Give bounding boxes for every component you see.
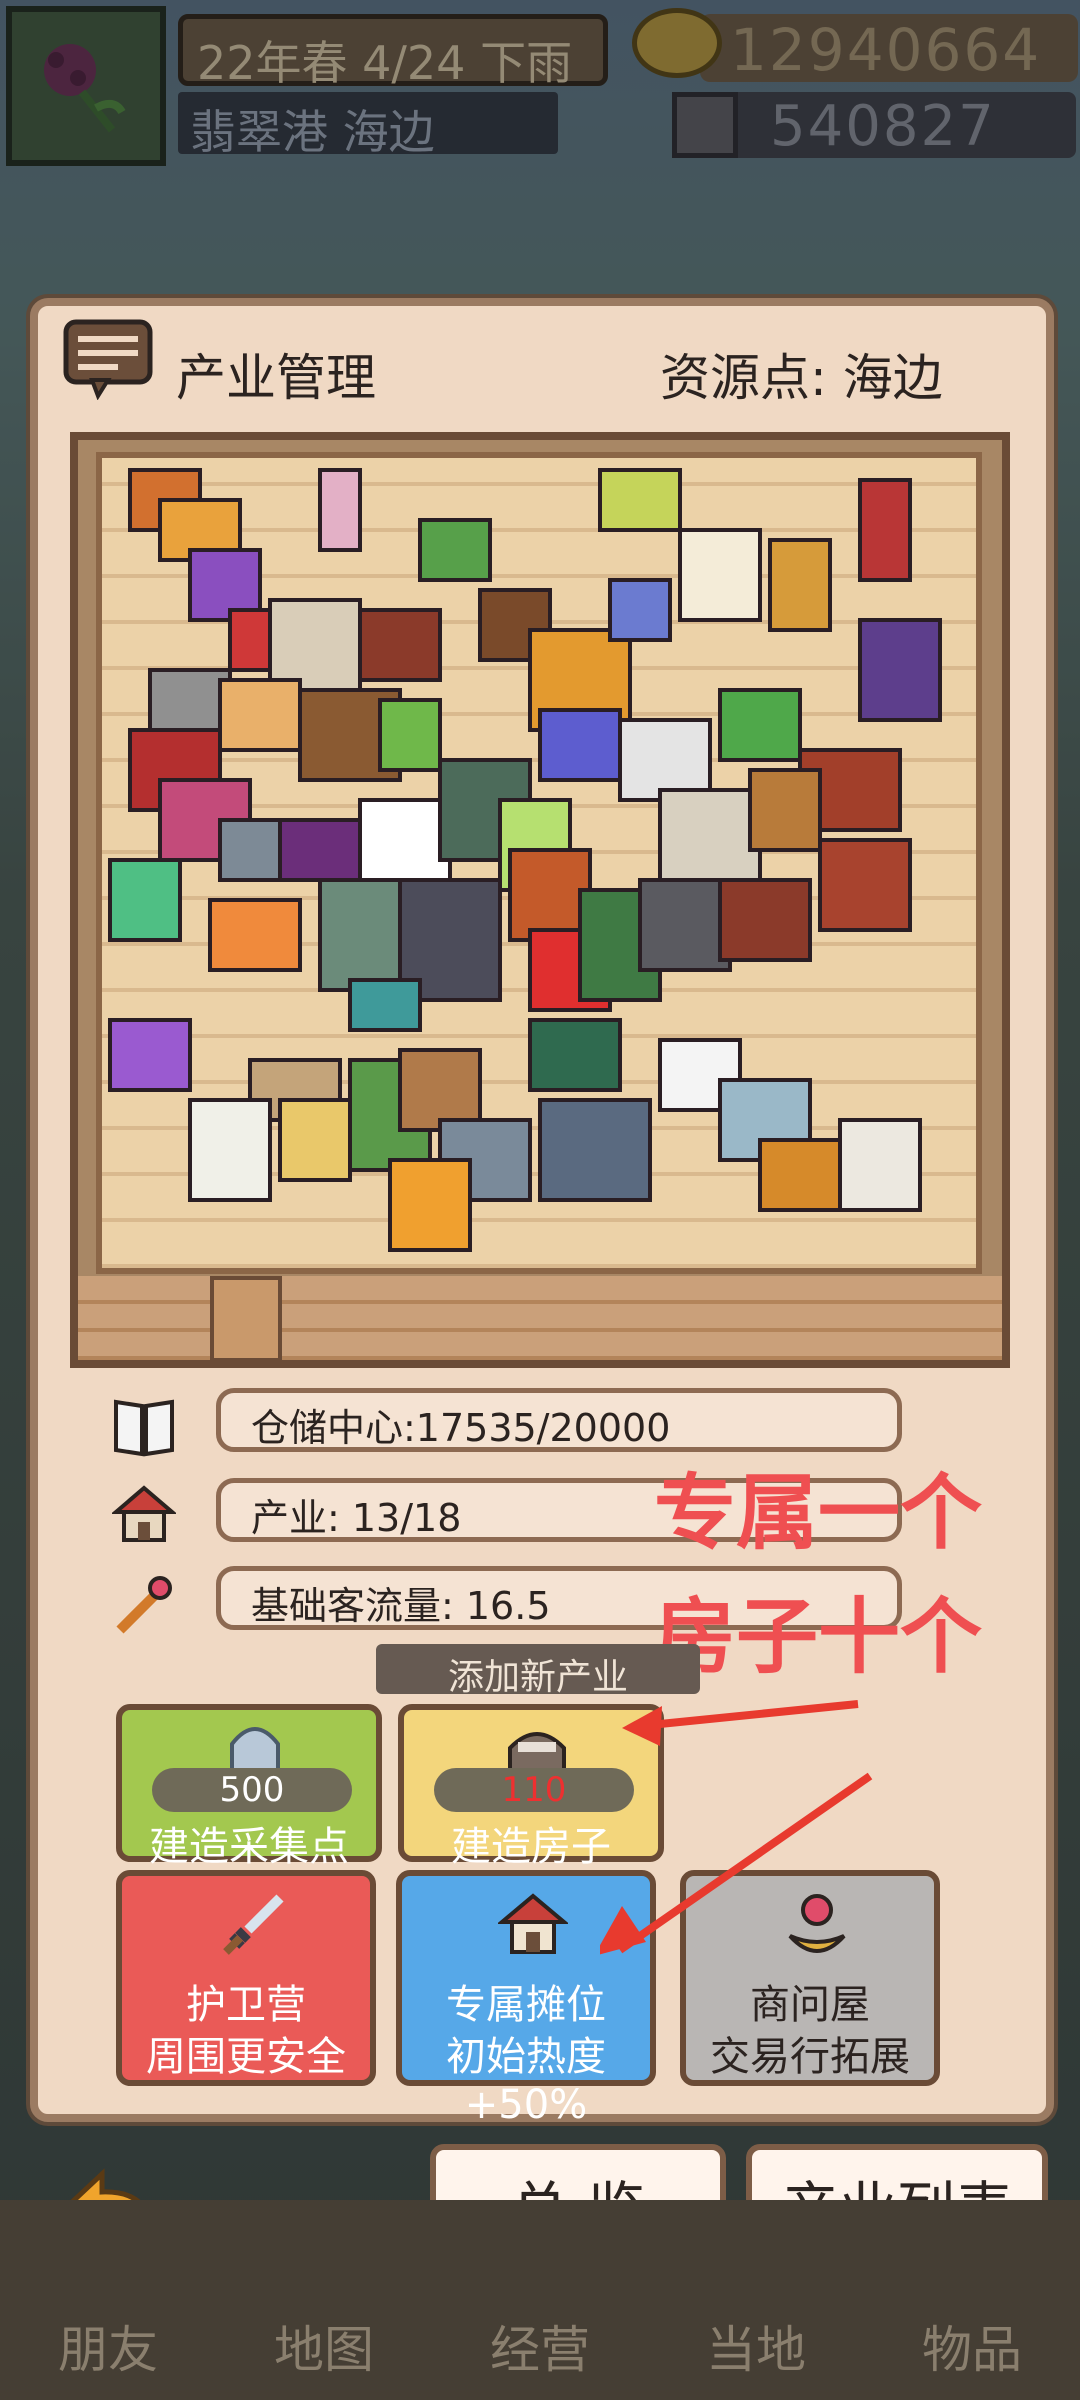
stall-desc: 初始热度+50% [446, 2034, 606, 2128]
storage-stat: 仓储中心:17535/20000 [216, 1388, 902, 1452]
traffic-text: 基础客流量: 16.5 [251, 1584, 551, 1628]
nav-items[interactable]: 物品 [864, 2200, 1080, 2400]
guard-desc: 周围更安全 [146, 2034, 346, 2080]
nav-local-label: 当地 [706, 2321, 806, 2379]
nav-business[interactable]: 经营 [432, 2200, 648, 2400]
nav-items-label: 物品 [922, 2321, 1022, 2379]
storage-book-icon [112, 1394, 176, 1458]
stall-title: 专属摊位 [446, 1982, 606, 2028]
stored-items-pile [100, 460, 980, 1280]
shop-door[interactable] [210, 1276, 282, 1362]
sword-icon [223, 1894, 284, 1955]
nav-map-label: 地图 [274, 2321, 374, 2379]
nav-friends[interactable]: 朋友 [0, 2200, 216, 2400]
traffic-wand-icon [112, 1572, 176, 1636]
nav-business-label: 经营 [490, 2321, 590, 2379]
annotation-line-1: 专属一个 [654, 1466, 983, 1561]
nav-local[interactable]: 当地 [648, 2200, 864, 2400]
stall-house-icon [498, 1893, 568, 1954]
annotation-arrows [600, 1700, 873, 1955]
annotation-line-2: 房子十个 [654, 1590, 983, 1685]
nav-friends-label: 朋友 [58, 2321, 158, 2379]
gather-label: 建造采集点 [149, 1824, 349, 1870]
merchant-desc: 交易行拓展 [710, 2034, 910, 2080]
build-gather-point-button[interactable]: 500 建造采集点 [116, 1704, 382, 1870]
resource-point-label: 资源点: 海边 [660, 349, 943, 407]
notice-board-icon [62, 318, 154, 401]
guard-title: 护卫营 [186, 1982, 306, 2028]
guard-camp-button[interactable]: 护卫营 周围更安全 [116, 1870, 376, 2086]
industry-text: 产业: 13/18 [251, 1496, 462, 1540]
panel-title: 产业管理 [176, 349, 376, 407]
house-icon [110, 1482, 178, 1546]
gather-cost: 500 [219, 1770, 285, 1810]
merchant-title: 商问屋 [750, 1982, 870, 2028]
nav-map[interactable]: 地图 [216, 2200, 432, 2400]
storage-text: 仓储中心:17535/20000 [251, 1406, 671, 1450]
